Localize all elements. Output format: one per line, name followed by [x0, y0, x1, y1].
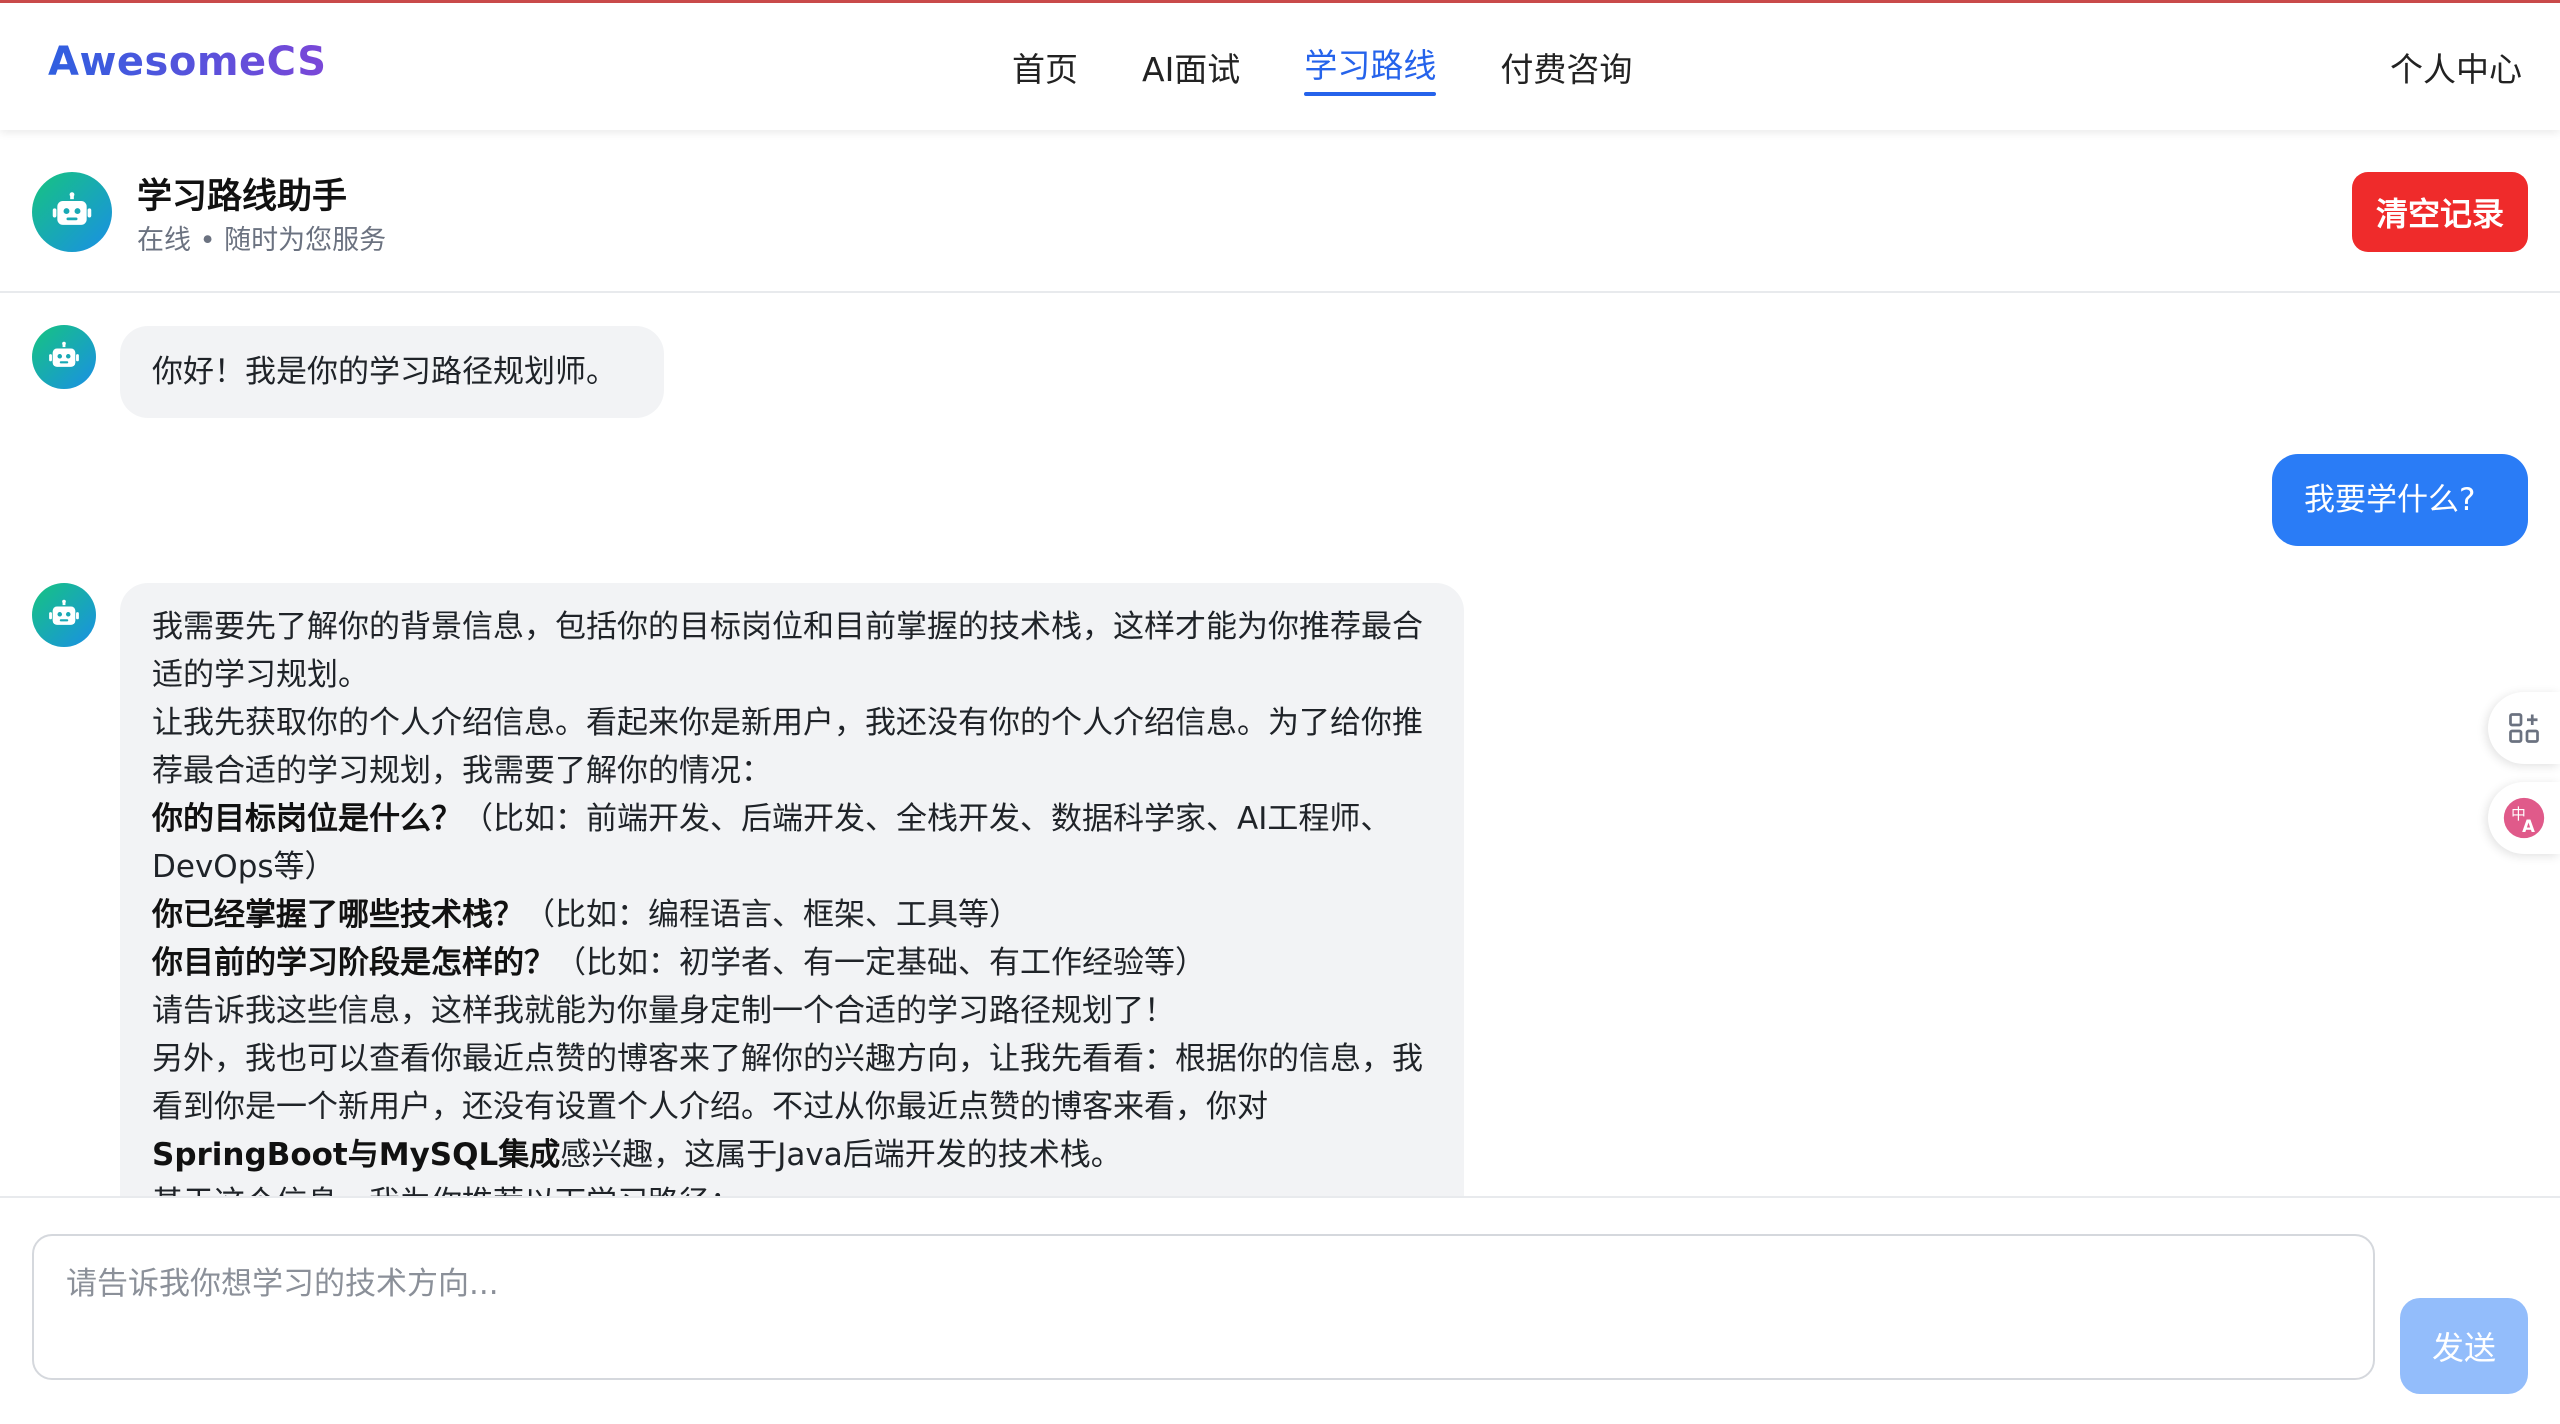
robot-icon — [49, 341, 79, 367]
message-line: 你的目标岗位是什么？（比如：前端开发、后端开发、全栈开发、数据科学家、AI工程师… — [152, 795, 1432, 891]
line-text: 另外，我也可以查看你最近点赞的博客来了解你的兴趣方向，让我先看看：根据你的信息，… — [152, 1041, 1423, 1125]
message-line: 请告诉我这些信息，这样我就能为你量身定制一个合适的学习路径规划了！ — [152, 987, 1432, 1035]
composer: 发送 — [0, 1196, 2560, 1424]
main-nav: 首页 AI面试 学习路线 付费咨询 — [1012, 3, 1696, 130]
bot-message: 你好！我是你的学习路径规划师。 — [120, 326, 664, 418]
user-center-link[interactable]: 个人中心 — [2390, 43, 2522, 91]
message-text: 我要学什么? — [2304, 482, 2476, 518]
message-input[interactable] — [32, 1234, 2375, 1380]
line-text: 基于这个信息，我为你推荐以下学习路径： — [152, 1185, 741, 1196]
user-message: 我要学什么? — [2272, 454, 2528, 546]
line-text: （比如：编程语言、框架、工具等） — [524, 897, 1020, 933]
line-text: 请告诉我这些信息，这样我就能为你量身定制一个合适的学习路径规划了！ — [152, 993, 1175, 1029]
clear-history-button[interactable]: 清空记录 — [2352, 172, 2528, 252]
nav-item-learning-path[interactable]: 学习路线 — [1304, 0, 1437, 126]
message-line: 我需要先了解你的背景信息，包括你的目标岗位和目前掌握的技术栈，这样才能为你推荐最… — [152, 603, 1432, 699]
nav-item-home[interactable]: 首页 — [1012, 3, 1078, 130]
line-text: 感兴趣，这属于Java后端开发的技术栈。 — [560, 1137, 1122, 1173]
bot-avatar — [32, 325, 96, 389]
grid-plus-icon — [2509, 713, 2539, 743]
bot-avatar — [32, 583, 96, 647]
message-line: 让我先获取你的个人介绍信息。看起来你是新用户，我还没有你的个人介绍信息。为了给你… — [152, 699, 1432, 795]
top-navbar: AwesomeCS 首页 AI面试 学习路线 付费咨询 个人中心 — [0, 0, 2560, 130]
assistant-status: 在线 • 随时为您服务 — [137, 225, 387, 256]
line-bold: 你已经掌握了哪些技术栈？ — [152, 897, 524, 933]
message-line: 另外，我也可以查看你最近点赞的博客来了解你的兴趣方向，让我先看看：根据你的信息，… — [152, 1035, 1432, 1131]
assistant-name: 学习路线助手 — [137, 177, 348, 217]
send-button[interactable]: 发送 — [2400, 1298, 2528, 1394]
grid-plus-tool[interactable] — [2488, 692, 2560, 764]
message-line: 你已经掌握了哪些技术栈？（比如：编程语言、框架、工具等） — [152, 891, 1432, 939]
assistant-avatar — [32, 172, 112, 252]
line-text: 让我先获取你的个人介绍信息。看起来你是新用户，我还没有你的个人介绍信息。为了给你… — [152, 705, 1423, 789]
message-list[interactable]: 你好！我是你的学习路径规划师。 我要学什么? 我需要先了解你的背景信息，包括你的… — [0, 293, 2560, 1196]
svg-text:A: A — [2522, 817, 2535, 836]
message-line: 基于这个信息，我为你推荐以下学习路径： — [152, 1179, 1432, 1196]
nav-item-ai-interview[interactable]: AI面试 — [1142, 3, 1240, 130]
message-line: 你目前的学习阶段是怎样的？（比如：初学者、有一定基础、有工作经验等） — [152, 939, 1432, 987]
line-bold: SpringBoot与MySQL集成 — [152, 1137, 561, 1173]
translate-tool[interactable]: 中 A — [2488, 782, 2560, 854]
line-bold: 你目前的学习阶段是怎样的？ — [152, 945, 555, 981]
brand-logo[interactable]: AwesomeCS — [48, 39, 327, 85]
message-line: SpringBoot与MySQL集成感兴趣，这属于Java后端开发的技术栈。 — [152, 1131, 1432, 1179]
line-text: （比如：初学者、有一定基础、有工作经验等） — [555, 945, 1206, 981]
bot-message: 我需要先了解你的背景信息，包括你的目标岗位和目前掌握的技术栈，这样才能为你推荐最… — [120, 583, 1464, 1196]
line-text: 我需要先了解你的背景信息，包括你的目标岗位和目前掌握的技术栈，这样才能为你推荐最… — [152, 609, 1423, 693]
nav-item-paid-consulting[interactable]: 付费咨询 — [1500, 3, 1632, 130]
robot-icon — [49, 599, 79, 625]
chat-header: 学习路线助手 在线 • 随时为您服务 清空记录 — [0, 130, 2560, 293]
translate-icon: 中 A — [2503, 797, 2545, 839]
message-text: 你好！我是你的学习路径规划师。 — [152, 354, 617, 390]
robot-icon — [52, 192, 92, 225]
line-bold: 你的目标岗位是什么？ — [152, 801, 462, 837]
